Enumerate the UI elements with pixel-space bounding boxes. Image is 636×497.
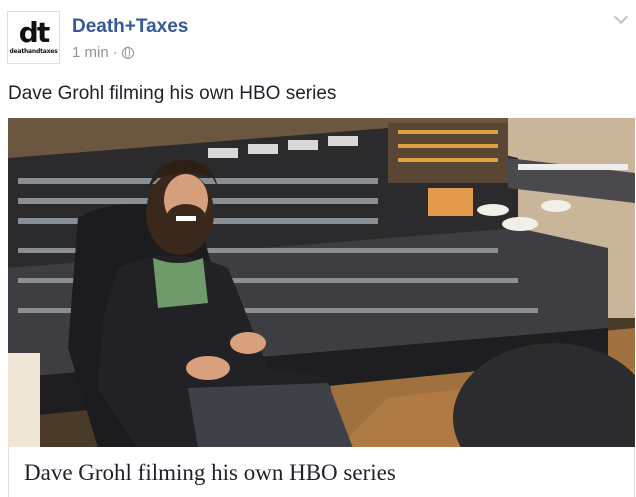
feed-post: dt deathandtaxes Death+Taxes 1 min · Dav… (0, 0, 636, 497)
globe-icon[interactable] (121, 46, 134, 59)
link-preview-caption[interactable]: Dave Grohl filming his own HBO series (8, 447, 635, 497)
link-preview-image[interactable] (8, 118, 635, 448)
post-meta: 1 min · (72, 44, 134, 61)
studio-photo (8, 118, 635, 448)
avatar-logo: dt (18, 16, 50, 49)
avatar-logo-subtitle: deathandtaxes (9, 48, 58, 55)
chevron-down-icon[interactable] (612, 9, 630, 28)
timestamp-link[interactable]: 1 min (72, 44, 109, 61)
post-status-text: Dave Grohl filming his own HBO series (8, 83, 337, 104)
meta-separator: · (112, 44, 118, 61)
page-avatar[interactable]: dt deathandtaxes (7, 11, 60, 64)
page-name-link[interactable]: Death+Taxes (72, 16, 188, 38)
link-preview-title[interactable]: Dave Grohl filming his own HBO series (24, 460, 396, 486)
